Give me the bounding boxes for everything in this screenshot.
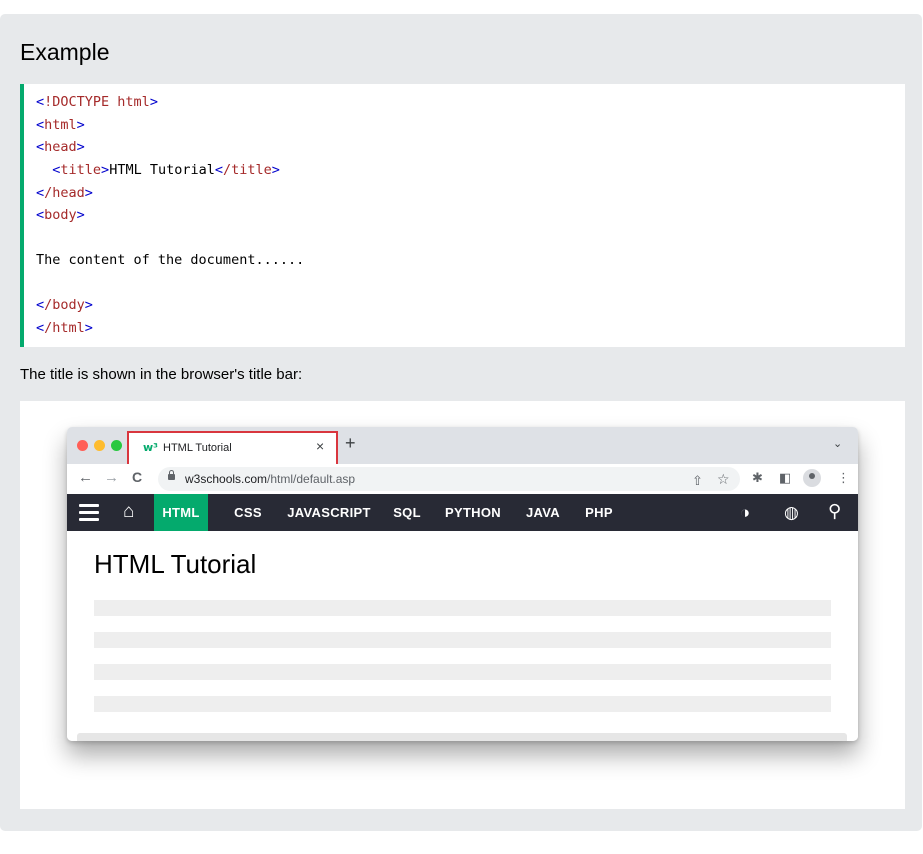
example-panel: Example <!DOCTYPE html> <html> <head> <t… (0, 14, 922, 831)
screenshot-caption: The title is shown in the browser's titl… (20, 366, 303, 383)
hamburger-menu-icon[interactable] (79, 504, 99, 521)
nav-item-html[interactable]: HTML (154, 494, 208, 531)
browser-tab-active[interactable]: w³ HTML Tutorial × (127, 431, 338, 464)
nav-item-sql[interactable]: SQL (389, 494, 425, 531)
nav-item-css[interactable]: CSS (228, 494, 268, 531)
code-line: The content of the document...... (36, 250, 304, 270)
address-bar[interactable]: w3schools.com/html/default.asp ⇧ ☆ (158, 467, 740, 491)
nav-item-php[interactable]: PHP (580, 494, 618, 531)
maximize-window-dot[interactable] (111, 440, 122, 451)
lock-icon (168, 470, 175, 480)
url-text: w3schools.com/html/default.asp (185, 472, 355, 486)
browser-screenshot-frame: w³ HTML Tutorial × + ⌄ ← → C w3schools.c… (20, 401, 905, 809)
globe-icon[interactable]: ◍ (784, 503, 799, 523)
close-window-dot[interactable] (77, 440, 88, 451)
code-tag-name: /head (44, 185, 85, 201)
code-bracket: > (149, 94, 158, 110)
contrast-toggle-icon[interactable]: ◑ (740, 503, 750, 523)
w3schools-favicon-icon: w³ (143, 441, 158, 454)
code-line: </head> (36, 183, 93, 203)
new-tab-icon[interactable]: + (345, 433, 356, 454)
code-bracket: < (214, 162, 223, 178)
forward-arrow-icon[interactable]: → (104, 469, 119, 486)
placeholder-line (94, 600, 831, 616)
code-bracket: > (76, 207, 85, 223)
code-tag-name: html (44, 117, 77, 133)
code-bracket: > (84, 297, 93, 313)
code-bracket: > (271, 162, 280, 178)
home-icon[interactable]: ⌂ (123, 501, 134, 523)
code-bracket: < (36, 185, 45, 201)
nav-item-javascript[interactable]: JAVASCRIPT (283, 494, 375, 531)
code-bracket: < (36, 207, 45, 223)
page-heading: HTML Tutorial (94, 549, 257, 579)
site-navbar: ⌂ HTML CSS JAVASCRIPT SQL PYTHON JAVA PH… (67, 494, 858, 531)
tab-strip: w³ HTML Tutorial × + ⌄ (67, 427, 858, 464)
code-line: <body> (36, 205, 85, 225)
code-tag-name: title (60, 162, 102, 178)
code-tag-name: /html (44, 320, 85, 336)
profile-avatar-icon[interactable] (803, 469, 821, 487)
code-text: The content of the document...... (36, 252, 305, 268)
url-domain: w3schools.com (185, 472, 268, 486)
share-icon[interactable]: ⇧ (692, 473, 703, 489)
search-icon[interactable]: ⚲ (828, 501, 841, 522)
code-tag-name: /body (44, 297, 85, 313)
side-panel-icon[interactable]: ◧ (779, 470, 791, 486)
horizontal-scrollbar[interactable] (77, 733, 847, 741)
code-tag-name: /title (223, 162, 272, 178)
url-path: /html/default.asp (267, 472, 356, 486)
code-bracket: < (36, 297, 45, 313)
example-title: Example (20, 39, 110, 65)
code-block: <!DOCTYPE html> <html> <head> <title>HTM… (20, 84, 905, 347)
extensions-puzzle-icon[interactable]: ✱ (752, 470, 763, 486)
code-line: <head> (36, 137, 85, 157)
code-tag-name: html (109, 94, 150, 110)
code-bracket: > (84, 320, 93, 336)
code-tag-name: body (44, 207, 77, 223)
code-line: </body> (36, 295, 93, 315)
code-text: HTML Tutorial (109, 162, 215, 178)
tab-title: HTML Tutorial (163, 442, 232, 454)
code-bracket: > (76, 139, 85, 155)
nav-item-java[interactable]: JAVA (521, 494, 565, 531)
reload-icon[interactable]: C (132, 469, 142, 485)
code-bracket: < (36, 117, 45, 133)
back-arrow-icon[interactable]: ← (78, 469, 93, 486)
browser-toolbar: ← → C w3schools.com/html/default.asp ⇧ ☆… (67, 464, 858, 494)
code-bracket: > (76, 117, 85, 133)
placeholder-line (94, 696, 831, 712)
browser-menu-icon[interactable]: ⋮ (837, 470, 850, 486)
minimize-window-dot[interactable] (94, 440, 105, 451)
code-bracket: < (36, 320, 45, 336)
page-content: HTML Tutorial (67, 531, 858, 741)
placeholder-line (94, 632, 831, 648)
code-bracket: < (36, 139, 45, 155)
code-bracket: > (84, 185, 93, 201)
browser-window: w³ HTML Tutorial × + ⌄ ← → C w3schools.c… (67, 427, 858, 741)
code-line: <title>HTML Tutorial</title> (36, 160, 280, 180)
code-bracket: > (101, 162, 110, 178)
code-line: <html> (36, 115, 85, 135)
code-line: <!DOCTYPE html> (36, 92, 158, 112)
bookmark-star-icon[interactable]: ☆ (717, 471, 730, 488)
placeholder-line (94, 664, 831, 680)
code-tag-name: head (44, 139, 77, 155)
code-tag-name: !DOCTYPE (44, 94, 110, 110)
close-tab-icon[interactable]: × (316, 438, 324, 454)
code-bracket: < (36, 94, 45, 110)
nav-item-python[interactable]: PYTHON (440, 494, 506, 531)
tab-search-chevron-icon[interactable]: ⌄ (833, 437, 842, 450)
code-line: </html> (36, 318, 93, 338)
